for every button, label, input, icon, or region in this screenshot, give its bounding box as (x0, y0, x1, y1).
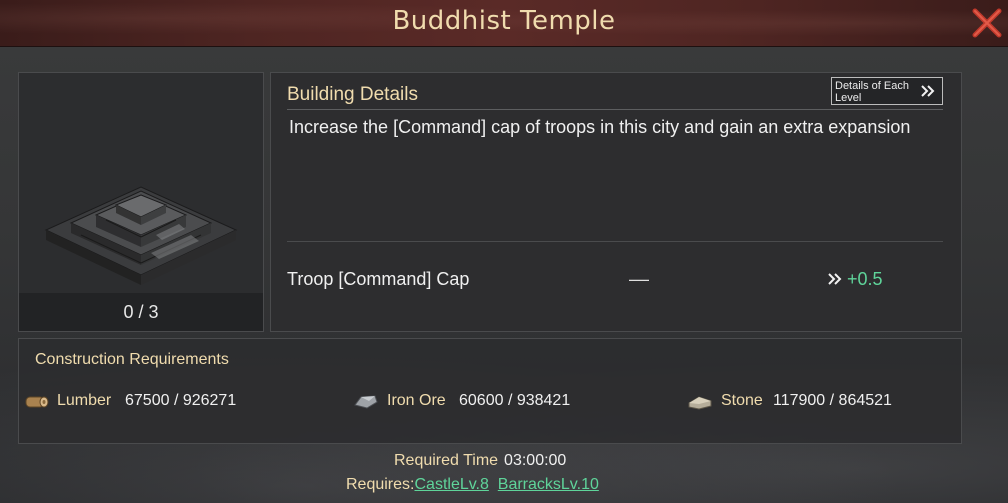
stat-next-value: +0.5 (847, 269, 883, 289)
lumber-icon (25, 396, 49, 408)
resource-value: 60600 / 938421 (459, 392, 571, 409)
iron-ore-icon (354, 395, 378, 409)
each-level-label: Details of Each Level (835, 80, 909, 104)
double-chevron-right-icon (828, 273, 842, 285)
building-details-panel: Building Details Details of Each Level I… (270, 72, 962, 332)
resource-name: Iron Ore (387, 392, 446, 409)
building-description: Increase the [Command] cap of troops in … (289, 117, 911, 137)
resource-name: Lumber (57, 392, 112, 409)
building-image-panel: 0 / 3 (18, 72, 264, 332)
divider (287, 109, 943, 110)
construction-requirements-panel: Construction Requirements Lumber 67500 /… (18, 338, 962, 444)
temple-building-illustration (44, 186, 238, 285)
details-of-each-level-button[interactable]: Details of Each Level (831, 77, 943, 105)
double-chevron-right-icon (921, 85, 935, 97)
stone-icon (688, 396, 712, 410)
requires-label: Requires: (346, 476, 415, 493)
requirement-link-barracks[interactable]: BarracksLv.10 (498, 476, 599, 493)
required-time: Required Time 03:00:00 (394, 452, 566, 470)
title-bar: Buddhist Temple (0, 0, 1008, 47)
stat-current-value: –– (629, 269, 650, 289)
resource-name: Stone (721, 392, 763, 409)
close-x-icon (972, 8, 1002, 38)
details-heading: Building Details (287, 84, 418, 105)
resource-value: 117900 / 864521 (773, 392, 892, 409)
required-time-label: Required Time (394, 452, 499, 469)
requirements-heading: Construction Requirements (35, 351, 229, 368)
divider (287, 241, 943, 242)
stat-label: Troop [Command] Cap (287, 269, 470, 289)
close-button[interactable] (970, 6, 1004, 40)
prerequisites: Requires:CastleLv.8 BarracksLv.10 (346, 476, 599, 494)
page-title: Buddhist Temple (392, 6, 616, 36)
building-level: 0 / 3 (19, 293, 263, 331)
required-time-value: 03:00:00 (504, 452, 567, 469)
resource-value: 67500 / 926271 (125, 392, 237, 409)
requirement-link-castle[interactable]: CastleLv.8 (414, 476, 488, 493)
